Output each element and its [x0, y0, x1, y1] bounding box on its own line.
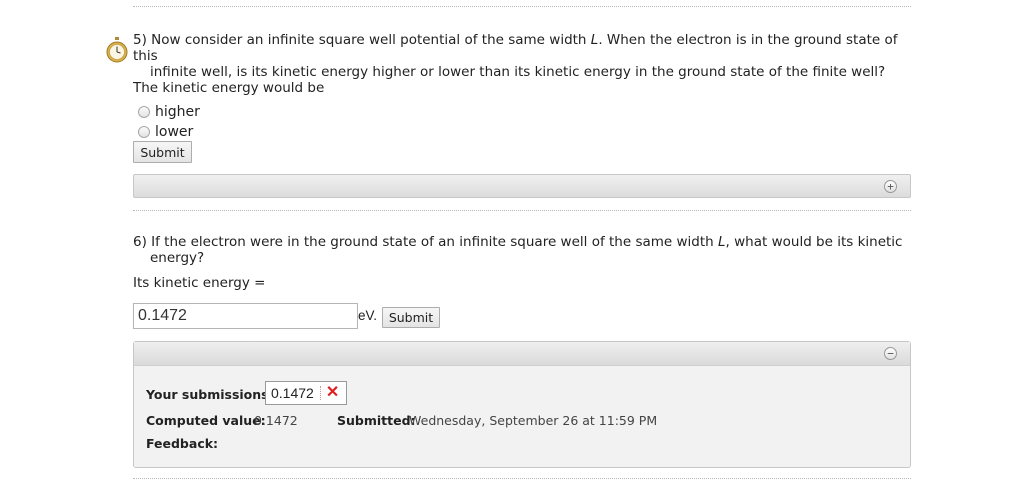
stopwatch-icon [106, 37, 128, 63]
q5-feedback-bar: + [133, 174, 911, 198]
panel-header [134, 342, 910, 366]
q5-line2: infinite well, is its kinetic energy hig… [150, 64, 886, 80]
q6-line2: energy? [150, 250, 205, 266]
unit-label: eV. [358, 308, 378, 323]
computed-value: 0.1472 [254, 413, 298, 428]
top-divider [133, 6, 911, 7]
submission-value: 0.1472 [271, 385, 314, 401]
option-lower-label: lower [155, 124, 194, 140]
q6-submit-button[interactable]: Submit [382, 307, 440, 328]
option-lower[interactable]: lower [138, 123, 193, 141]
q6-line1-a: 6) If the electron were in the ground st… [133, 234, 719, 250]
feedback-label: Feedback: [146, 436, 219, 451]
submitted-label: Submitted: [337, 413, 416, 428]
plus-circle-icon[interactable]: + [884, 180, 897, 193]
submissions-label: Your submissions: [146, 387, 274, 402]
option-higher-label: higher [155, 104, 200, 120]
submission-separator [319, 386, 321, 400]
computed-label: Computed value: [146, 413, 266, 428]
q6-feedback-panel: − [133, 341, 911, 468]
question-5-text: 5) Now consider an infinite square well … [133, 32, 913, 96]
submission-entry: 0.1472 ✕ [265, 381, 347, 405]
q5-prompt: The kinetic energy would be [133, 80, 325, 96]
bottom-divider [133, 478, 911, 479]
kinetic-energy-input[interactable] [133, 303, 358, 329]
submitted-value: Wednesday, September 26 at 11:59 PM [409, 413, 658, 428]
q5-line1-a: 5) Now consider an infinite square well … [133, 32, 591, 48]
radio-lower[interactable] [138, 126, 150, 138]
q6-line1-b: , what would be its kinetic [725, 234, 903, 250]
option-higher[interactable]: higher [138, 103, 200, 121]
minus-circle-icon[interactable]: − [884, 347, 897, 360]
q5-submit-button[interactable]: Submit [133, 141, 192, 163]
middle-divider [133, 210, 911, 211]
q6-L-symbol: L [718, 234, 726, 250]
radio-higher[interactable] [138, 106, 150, 118]
x-mark-icon: ✕ [325, 384, 340, 401]
question-6-text: 6) If the electron were in the ground st… [133, 234, 913, 266]
q6-prompt: Its kinetic energy = [133, 275, 266, 291]
